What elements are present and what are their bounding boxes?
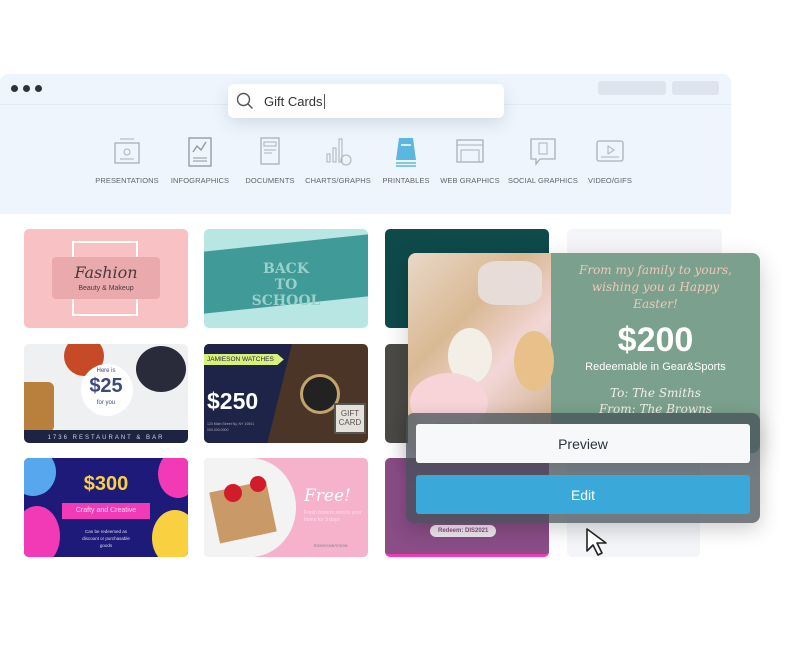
web-graphic-icon bbox=[456, 139, 484, 163]
greeting-message: From my family to yours, wishing you a H… bbox=[579, 263, 732, 311]
edit-button[interactable]: Edit bbox=[416, 475, 750, 514]
category-video-gifs[interactable]: VIDEO/GIFS bbox=[565, 132, 655, 190]
card-amount: $250 bbox=[207, 388, 259, 414]
template-card-fashion[interactable]: Fashion Beauty & Makeup bbox=[24, 229, 188, 328]
document-icon bbox=[260, 137, 280, 165]
chart-icon bbox=[326, 138, 352, 166]
placeholder-button[interactable] bbox=[598, 81, 666, 95]
search-input[interactable]: Gift Cards bbox=[228, 84, 504, 118]
window-dot[interactable] bbox=[11, 85, 18, 92]
placeholder-button[interactable] bbox=[672, 81, 719, 95]
card-pre: Here is bbox=[96, 368, 116, 374]
category-label: VIDEO/GIFS bbox=[588, 176, 632, 185]
video-icon bbox=[596, 140, 624, 162]
brand-tag: JAMIESON WATCHES bbox=[204, 354, 284, 365]
card-brand: Essence&Aroma bbox=[314, 543, 348, 548]
printable-icon bbox=[396, 138, 416, 167]
card-action-overlay: Preview Edit bbox=[406, 413, 760, 523]
social-graphic-icon bbox=[530, 138, 556, 166]
card-title: Fashion bbox=[74, 263, 138, 282]
card-phone: 000.000.0000 bbox=[207, 428, 229, 432]
search-value: Gift Cards bbox=[264, 93, 325, 109]
template-card-restaurant[interactable]: Here is $25 for you 1736 RESTAURANT & BA… bbox=[24, 344, 188, 443]
card-note: Can be redeemed as discount or purchasab… bbox=[82, 529, 130, 548]
card-amount: $300 bbox=[83, 473, 129, 495]
card-subtitle: Beauty & Makeup bbox=[78, 285, 134, 292]
window-dot[interactable] bbox=[23, 85, 30, 92]
card-title: BACK TO SCHOOL bbox=[251, 261, 321, 309]
gift-amount: $200 bbox=[617, 321, 694, 359]
template-card-watches[interactable]: JAMIESON WATCHES $250 123 Main Street Ny… bbox=[204, 344, 368, 443]
template-card-crafty[interactable]: $300 Crafty and Creative Can be redeemed… bbox=[24, 458, 188, 557]
search-icon bbox=[236, 92, 253, 109]
card-footer: 1736 RESTAURANT & BAR bbox=[47, 435, 165, 441]
gift-card-badge: GIFT CARD bbox=[334, 403, 366, 434]
redeem-text: Redeemable in Gear&Sports bbox=[585, 361, 726, 373]
card-text: Fresh flowers sent to your home for 3 da… bbox=[304, 510, 362, 523]
window-dot[interactable] bbox=[35, 85, 42, 92]
preview-button[interactable]: Preview bbox=[416, 424, 750, 463]
card-post: for you bbox=[96, 400, 116, 406]
promo-code: Redeem: DIS2021 bbox=[430, 525, 497, 537]
to-text: To: The Smiths bbox=[610, 386, 701, 400]
card-title: Free! bbox=[304, 486, 351, 506]
card-address: 123 Main Street Ny, NY 10001 bbox=[207, 422, 255, 426]
card-banner: Crafty and Creative bbox=[62, 503, 150, 519]
template-card-flowers[interactable]: Free! Fresh flowers sent to your home fo… bbox=[204, 458, 368, 557]
template-card-school[interactable]: BACK TO SCHOOL bbox=[204, 229, 368, 328]
mouse-cursor-icon bbox=[586, 528, 607, 556]
infographic-icon bbox=[188, 137, 212, 167]
presentation-icon bbox=[114, 138, 140, 164]
card-amount: $25 bbox=[89, 375, 123, 397]
